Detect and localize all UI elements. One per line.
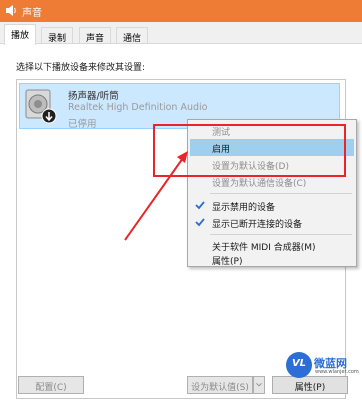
checkmark-icon — [195, 201, 205, 210]
menu-item-show-disconnected[interactable]: 显示已断开连接的设备 — [190, 214, 354, 231]
menu-item-properties[interactable]: 属性(P) — [190, 251, 354, 268]
menu-separator — [210, 234, 352, 235]
tab-sounds[interactable]: 声音 — [79, 27, 112, 44]
watermark-badge-icon: VL — [286, 352, 312, 378]
chevron-down-icon — [256, 383, 262, 387]
menu-item-show-disabled[interactable]: 显示禁用的设备 — [190, 197, 354, 214]
configure-button[interactable]: 配置(C) — [18, 376, 84, 394]
tab-bar: 播放 录制 声音 通信 — [0, 22, 362, 45]
checkmark-icon — [195, 218, 205, 227]
annotation-highlight-box — [153, 124, 346, 177]
set-default-dropdown[interactable] — [253, 376, 265, 394]
menu-item-label: 属性(P) — [212, 257, 243, 267]
set-default-button[interactable]: 设为默认值(S) — [187, 376, 253, 394]
menu-item-label: 显示已断开连接的设备 — [212, 220, 303, 230]
tab-communications[interactable]: 通信 — [116, 27, 149, 44]
menu-item-label: 设置为默认通信设备(C) — [212, 179, 307, 189]
watermark-url: www.wlanjet.com — [315, 369, 359, 375]
speaker-device-icon — [25, 89, 57, 124]
instruction-text: 选择以下播放设备来修改其设置: — [16, 63, 146, 73]
device-name: 扬声器/听筒 — [68, 91, 119, 102]
watermark-logo: VL 微蓝网 www.wlanjet.com — [286, 352, 362, 390]
device-status: 已停用 — [68, 119, 97, 130]
title-bar: 声音 — [0, 0, 362, 22]
menu-separator — [210, 193, 352, 194]
window-title: 声音 — [22, 8, 42, 19]
device-driver: Realtek High Definition Audio — [68, 102, 208, 113]
tab-recording[interactable]: 录制 — [41, 27, 74, 44]
speaker-icon — [6, 5, 16, 16]
menu-item-label: 显示禁用的设备 — [212, 203, 276, 213]
tab-playback[interactable]: 播放 — [4, 24, 37, 45]
